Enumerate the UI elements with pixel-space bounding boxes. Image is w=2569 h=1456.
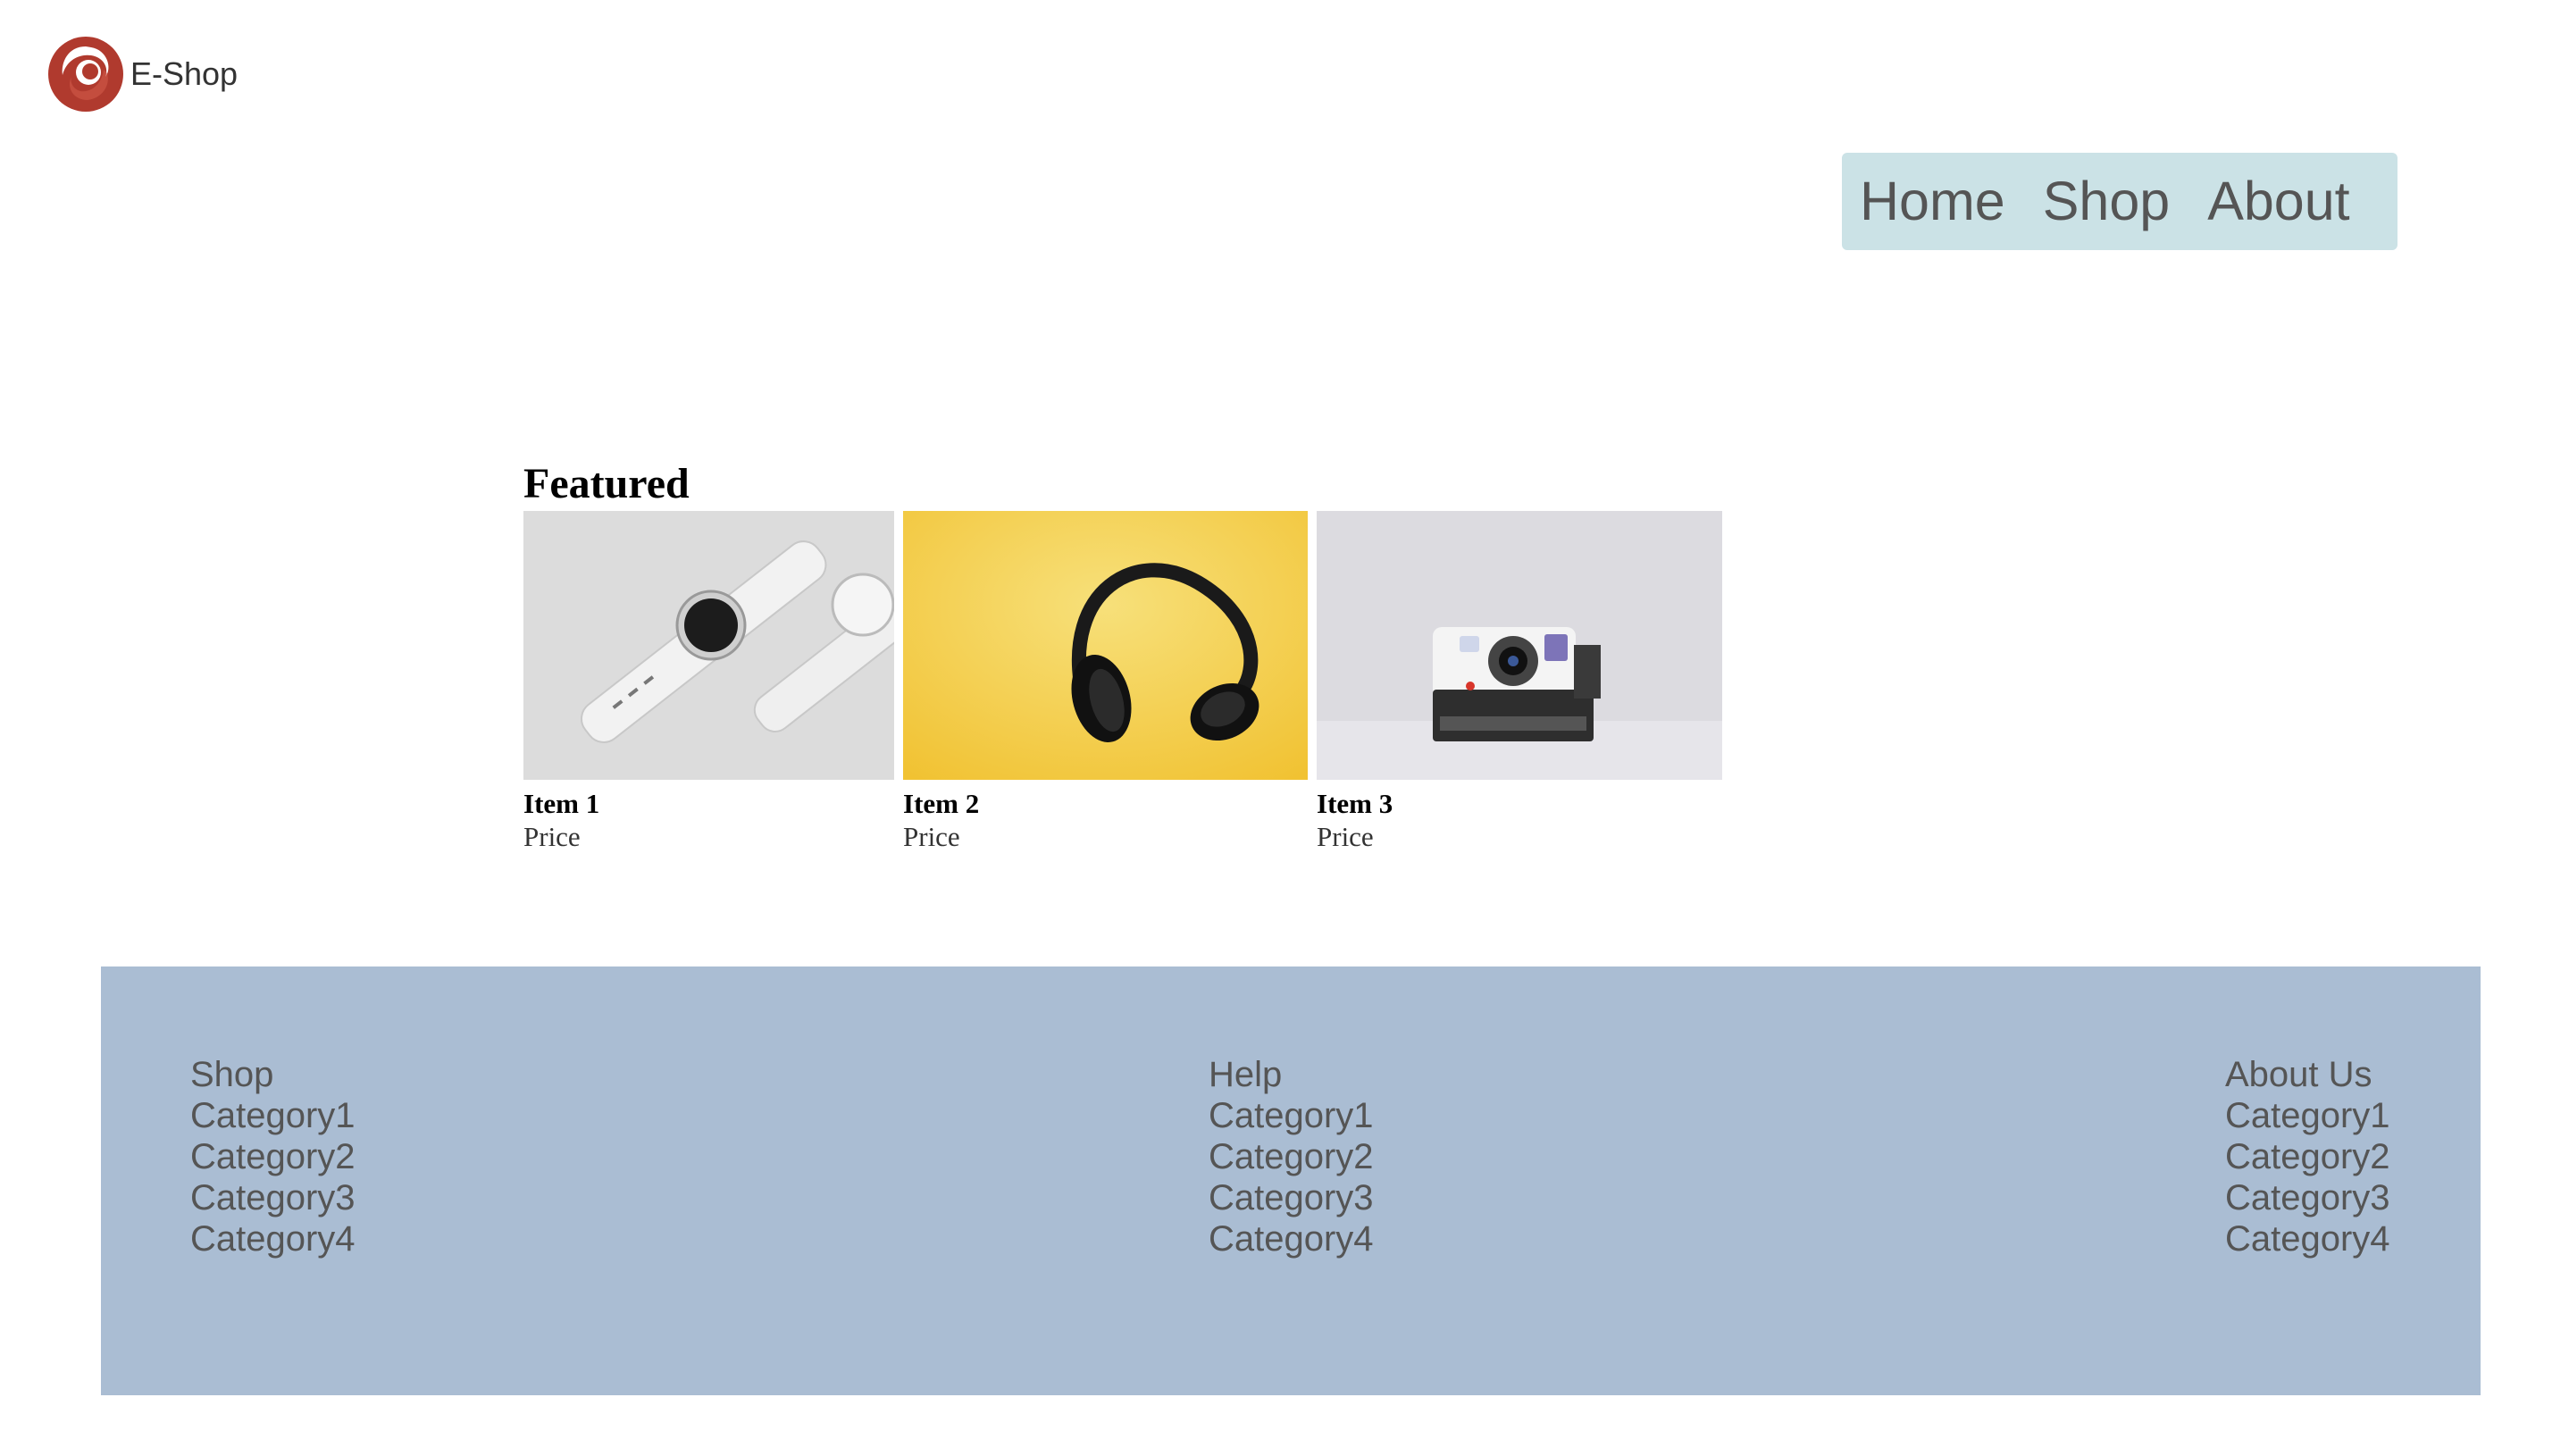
- footer-link[interactable]: Category4: [190, 1218, 356, 1259]
- footer-column-help: Help Category1 Category2 Category3 Categ…: [1209, 1054, 1374, 1259]
- product-name[interactable]: Item 1: [523, 787, 894, 820]
- product-price: Price: [523, 821, 581, 853]
- nav-home-link[interactable]: Home: [1860, 174, 2005, 229]
- footer-link[interactable]: Category3: [2225, 1177, 2390, 1218]
- brand-name: E-Shop: [130, 55, 238, 92]
- footer-link[interactable]: Category1: [1209, 1095, 1374, 1136]
- nav-about-link[interactable]: About: [2207, 174, 2349, 229]
- footer-column-shop: Shop Category1 Category2 Category3 Categ…: [190, 1054, 356, 1259]
- product-card-2[interactable]: Item 2 Price: [903, 511, 1308, 853]
- product-name[interactable]: Item 2: [903, 787, 1308, 820]
- footer-column-about: About Us Category1 Category2 Category3 C…: [2225, 1054, 2390, 1259]
- nav-shop-link[interactable]: Shop: [2043, 174, 2170, 229]
- featured-heading: Featured: [523, 460, 690, 507]
- product-card-3[interactable]: Item 3 Price: [1317, 511, 1722, 853]
- footer-link[interactable]: Category1: [190, 1095, 356, 1136]
- site-footer: Shop Category1 Category2 Category3 Categ…: [101, 966, 2481, 1395]
- product-price: Price: [903, 821, 960, 853]
- footer-link[interactable]: Category2: [190, 1136, 356, 1177]
- brand-logo[interactable]: E-Shop: [46, 34, 238, 114]
- footer-link[interactable]: Category4: [1209, 1218, 1374, 1259]
- product-name[interactable]: Item 3: [1317, 787, 1722, 820]
- smartwatch-image[interactable]: [523, 511, 894, 780]
- product-card-1[interactable]: Item 1 Price: [523, 511, 894, 853]
- footer-heading[interactable]: About Us: [2225, 1054, 2390, 1095]
- footer-heading[interactable]: Help: [1209, 1054, 1374, 1095]
- headphones-image[interactable]: [903, 511, 1308, 780]
- footer-link[interactable]: Category1: [2225, 1095, 2390, 1136]
- instant-camera-image[interactable]: [1317, 511, 1722, 780]
- footer-link[interactable]: Category2: [2225, 1136, 2390, 1177]
- footer-link[interactable]: Category2: [1209, 1136, 1374, 1177]
- main-nav: Home Shop About: [1842, 153, 2397, 250]
- footer-heading[interactable]: Shop: [190, 1054, 356, 1095]
- swirl-logo-icon: [48, 37, 123, 112]
- footer-link[interactable]: Category3: [1209, 1177, 1374, 1218]
- footer-link[interactable]: Category3: [190, 1177, 356, 1218]
- footer-link[interactable]: Category4: [2225, 1218, 2390, 1259]
- product-price: Price: [1317, 821, 1374, 853]
